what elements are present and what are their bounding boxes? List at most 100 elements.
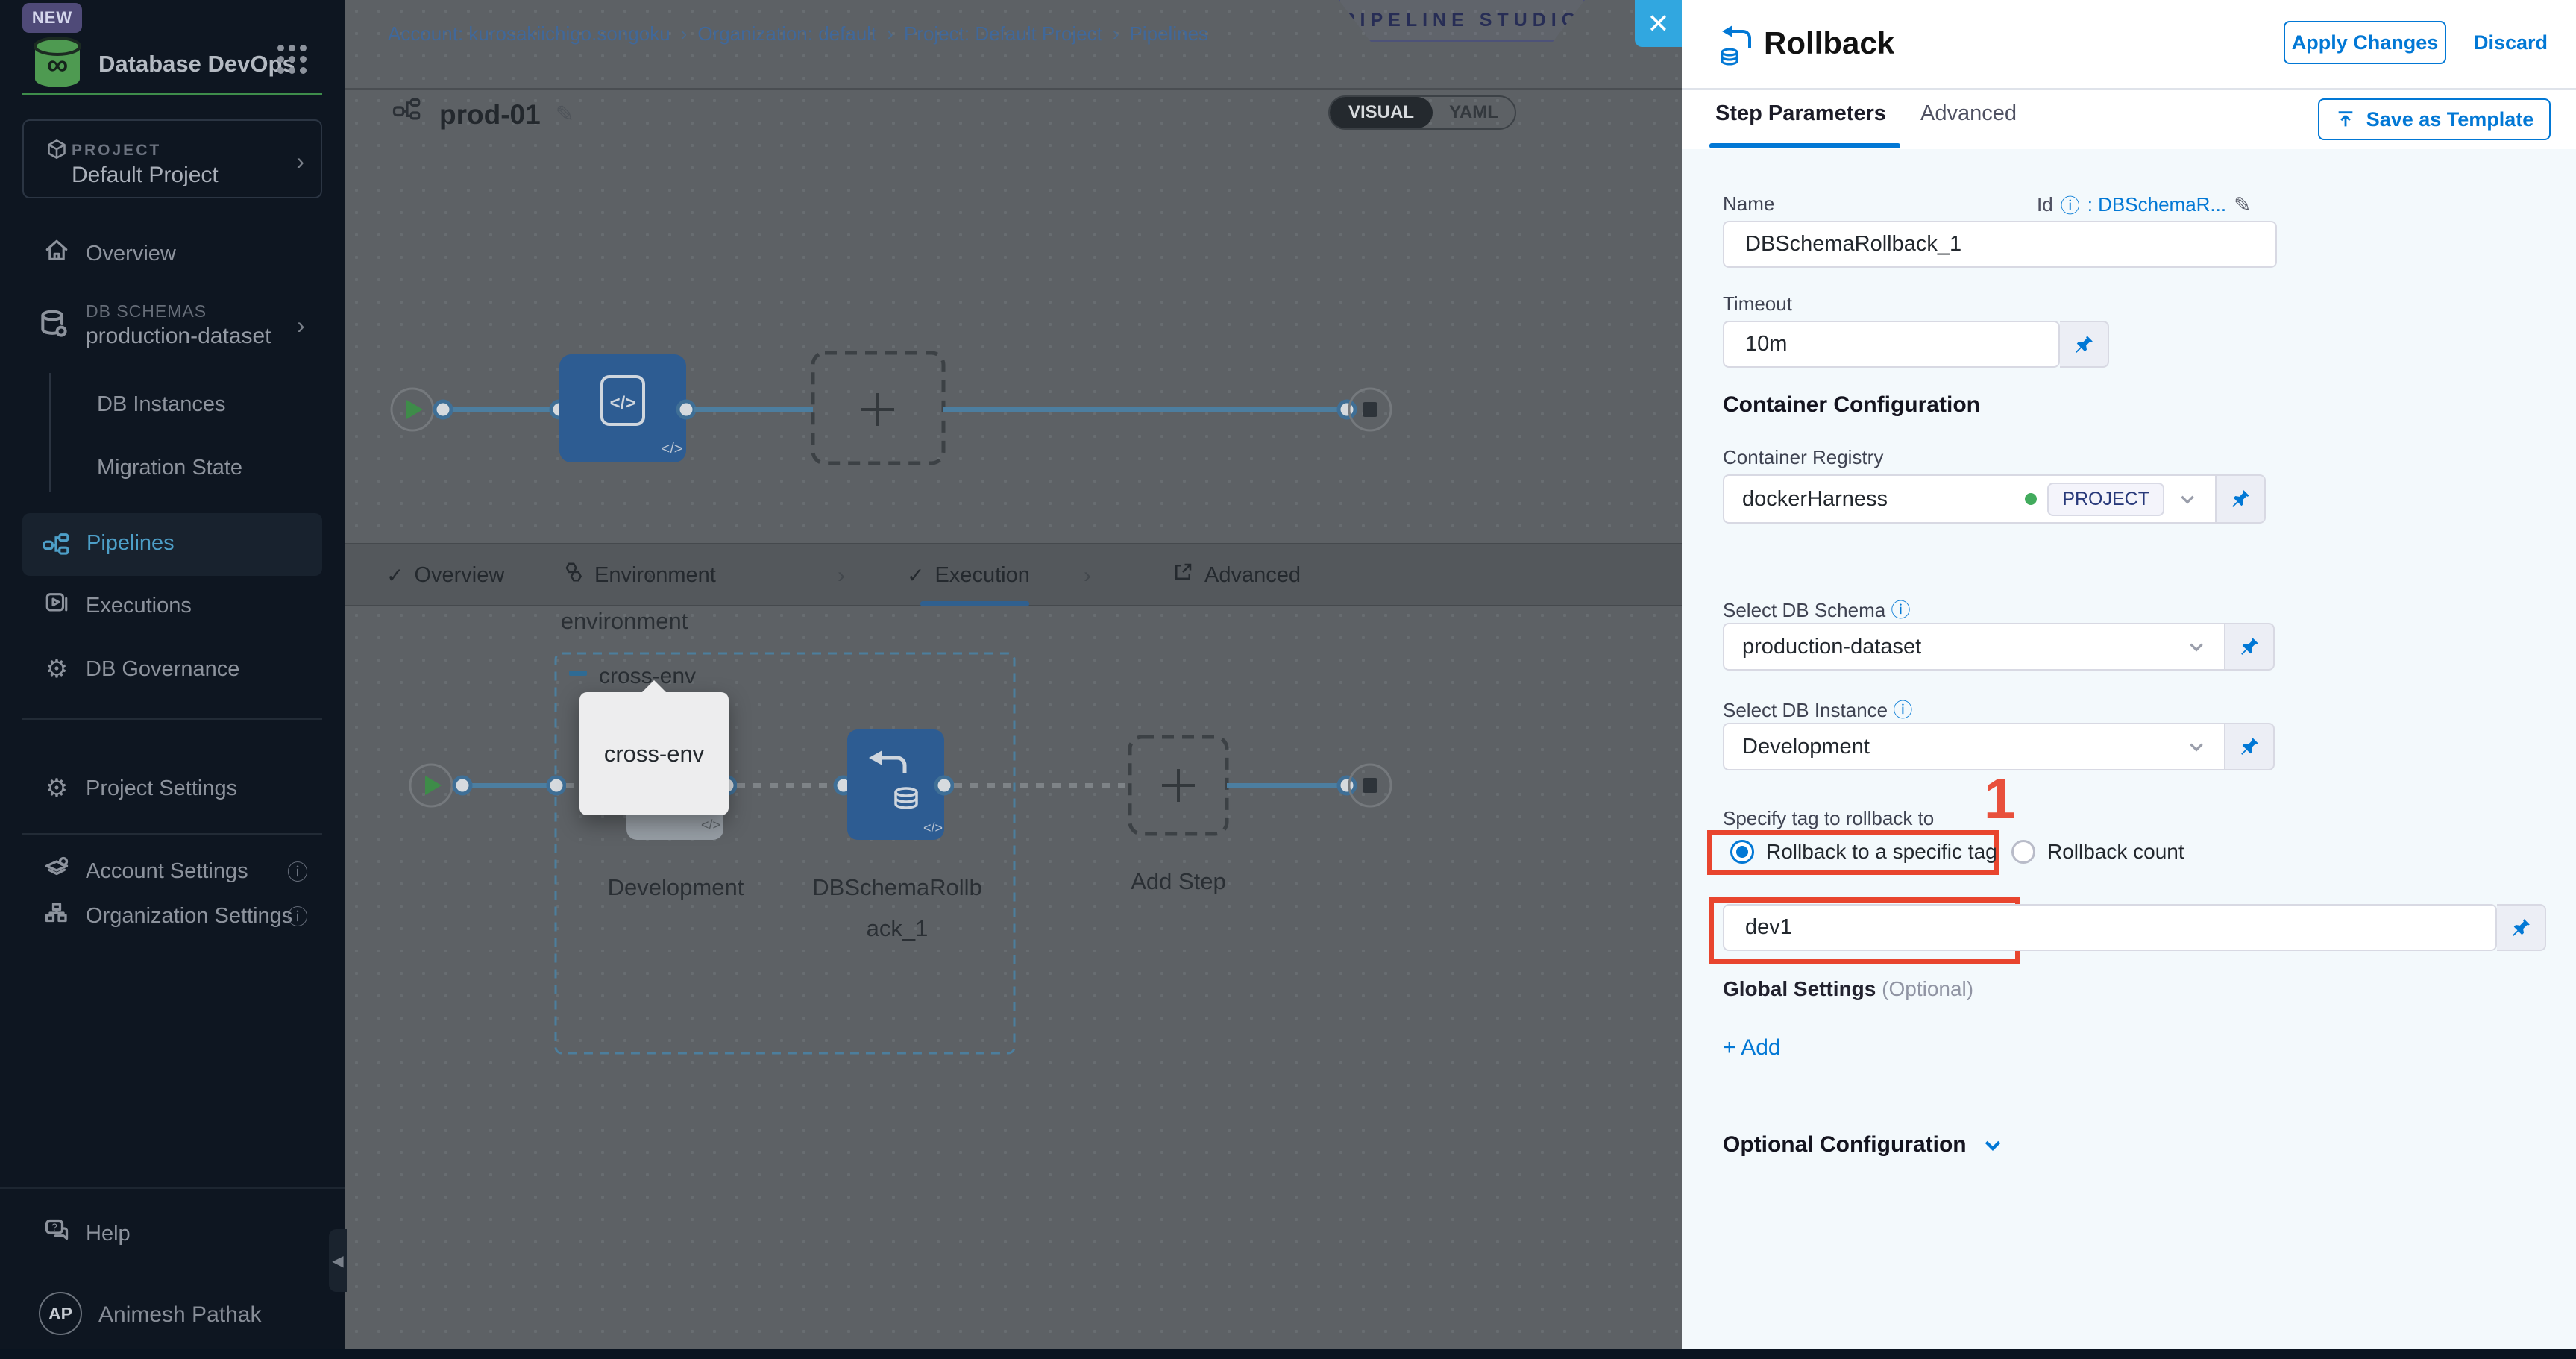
avatar[interactable]: AP	[39, 1292, 82, 1335]
discard-button[interactable]: Discard	[2474, 31, 2548, 54]
optional-configuration-toggle[interactable]: Optional Configuration	[1723, 1132, 2004, 1158]
pin-toggle[interactable]	[2225, 723, 2275, 770]
rollback-step-panel: Rollback Apply Changes Discard Step Para…	[1682, 0, 2576, 1359]
sidebar-item-organization-settings[interactable]: Organization Settings ⓘ	[0, 895, 345, 937]
sidebar-item-db-instances[interactable]: DB Instances	[0, 383, 345, 425]
svg-text:</>: </>	[662, 441, 683, 457]
edit-pencil-icon[interactable]: ✎	[2234, 192, 2251, 217]
timeout-input[interactable]	[1723, 321, 2060, 368]
panel-divider	[1682, 88, 2576, 90]
registry-value: dockerHarness	[1742, 487, 2025, 512]
stop-icon	[1363, 402, 1377, 417]
id-label: Id	[2037, 193, 2053, 216]
db-schema-icon	[37, 307, 70, 344]
chevron-right-icon: ›	[296, 148, 304, 175]
tab-advanced-panel[interactable]: Advanced	[1920, 101, 2017, 126]
sidebar-divider	[22, 718, 322, 720]
optional-hint: (Optional)	[1882, 977, 1973, 1000]
radio-rollback-count[interactable]: Rollback count	[2011, 840, 2184, 864]
add-step-label: Add Step	[1131, 868, 1226, 894]
db-schemas-name: production-dataset	[86, 324, 271, 349]
gear-icon: ⚙	[40, 654, 73, 684]
environment-icon	[562, 561, 584, 589]
annotation-number-1: 1	[1984, 767, 2015, 832]
radio-rollback-specific[interactable]: Rollback to a specific tag	[1730, 840, 1997, 864]
pipeline-graph: </> </> multi- environment Add Stage cro…	[345, 0, 1682, 1359]
pin-icon	[2073, 333, 2095, 356]
active-tab-underline	[1709, 143, 1900, 148]
id-row: Id ⓘ : DBSchemaR... ✎	[2037, 191, 2252, 219]
sidebar-item-migration-state[interactable]: Migration State	[0, 447, 345, 489]
tab-execution[interactable]: ✓ Execution	[907, 544, 1030, 606]
sidebar-item-label: Organization Settings	[86, 904, 292, 929]
play-icon	[406, 400, 423, 419]
tab-environment[interactable]: Environment	[562, 544, 716, 606]
tab-advanced[interactable]: Advanced	[1172, 544, 1301, 606]
project-selector[interactable]: PROJECT Default Project ›	[22, 119, 322, 198]
step-label: DBSchemaRollb	[812, 874, 981, 900]
database-devops-logo-icon: ∞	[27, 36, 88, 96]
name-input[interactable]	[1723, 221, 2277, 268]
advanced-icon	[1172, 561, 1194, 589]
add-global-setting-button[interactable]: + Add	[1723, 1035, 1781, 1061]
info-icon: ⓘ	[1891, 599, 1910, 621]
project-kicker: PROJECT	[72, 142, 161, 160]
apply-changes-button[interactable]: Apply Changes	[2284, 21, 2446, 64]
chevron-left-icon: ◀	[332, 1252, 343, 1270]
sidebar-item-overview[interactable]: Overview	[0, 233, 345, 274]
sidebar-item-project-settings[interactable]: ⚙ Project Settings	[0, 768, 345, 809]
pin-toggle[interactable]	[2217, 474, 2266, 524]
name-label: Name	[1723, 192, 1774, 216]
radio-unselected-icon[interactable]	[2011, 840, 2035, 864]
svg-text:</>: </>	[923, 820, 943, 835]
chevron-down-icon	[2187, 737, 2206, 756]
scope-badge: PROJECT	[2047, 483, 2164, 516]
container-registry-select[interactable]: dockerHarness PROJECT	[1723, 474, 2217, 524]
svg-text:</>: </>	[701, 817, 720, 832]
svg-text:</>: </>	[610, 393, 636, 413]
help-chat-icon: ?	[40, 1217, 73, 1250]
tag-input[interactable]	[1723, 904, 2497, 951]
sidebar-collapse-handle[interactable]: ◀	[329, 1229, 347, 1292]
sidebar-item-account-settings[interactable]: Account Settings ⓘ	[0, 850, 345, 892]
sidebar-item-pipelines[interactable]: Pipelines	[22, 513, 322, 576]
chevron-down-icon	[1982, 1134, 2004, 1156]
org-chart-icon	[40, 900, 73, 932]
pin-icon	[2238, 735, 2261, 758]
pipeline-canvas: Account: kurosakiichigo.songoku › Organi…	[345, 0, 1682, 1359]
save-as-template-button[interactable]: Save as Template	[2318, 98, 2551, 140]
layers-icon	[40, 855, 73, 888]
sidebar-item-executions[interactable]: Executions	[0, 585, 345, 627]
svg-text:?: ?	[51, 1222, 57, 1233]
sidebar-item-db-governance[interactable]: ⚙ DB Governance	[0, 648, 345, 690]
chevron-down-icon	[2187, 637, 2206, 656]
node-tooltip: cross-env	[579, 692, 729, 815]
db-schema-select[interactable]: production-dataset	[1723, 623, 2225, 671]
sidebar-item-label: Overview	[86, 242, 176, 266]
step-label: ack_1	[867, 915, 929, 941]
upload-icon	[2335, 109, 2356, 130]
tab-step-parameters[interactable]: Step Parameters	[1715, 101, 1886, 126]
info-icon: ⓘ	[1893, 699, 1912, 721]
pipeline-icon	[42, 531, 70, 563]
pin-icon	[2510, 917, 2532, 939]
timeout-label: Timeout	[1723, 292, 1792, 316]
collapse-minus-icon[interactable]	[569, 671, 587, 676]
gear-icon: ⚙	[40, 773, 73, 803]
stage-label: environment	[561, 608, 688, 634]
db-schema-label: Select DB Schema ⓘ	[1723, 595, 1910, 623]
db-instance-select[interactable]: Development	[1723, 723, 2225, 770]
sidebar-item-help[interactable]: ? Help	[0, 1213, 345, 1255]
id-value: : DBSchemaR...	[2087, 193, 2226, 216]
info-icon: ⓘ	[287, 856, 308, 886]
sidebar-item-label: Help	[86, 1222, 131, 1246]
sidebar-footer-divider	[0, 1187, 345, 1189]
db-instance-label: Select DB Instance ⓘ	[1723, 695, 1912, 723]
radio-selected-icon[interactable]	[1730, 840, 1754, 864]
cube-icon	[46, 139, 67, 163]
pin-toggle[interactable]	[2497, 904, 2546, 951]
pin-toggle[interactable]	[2225, 623, 2275, 671]
pin-toggle[interactable]	[2060, 321, 2109, 368]
tab-overview[interactable]: ✓ Overview	[386, 544, 504, 606]
module-grid-icon[interactable]	[277, 45, 307, 75]
